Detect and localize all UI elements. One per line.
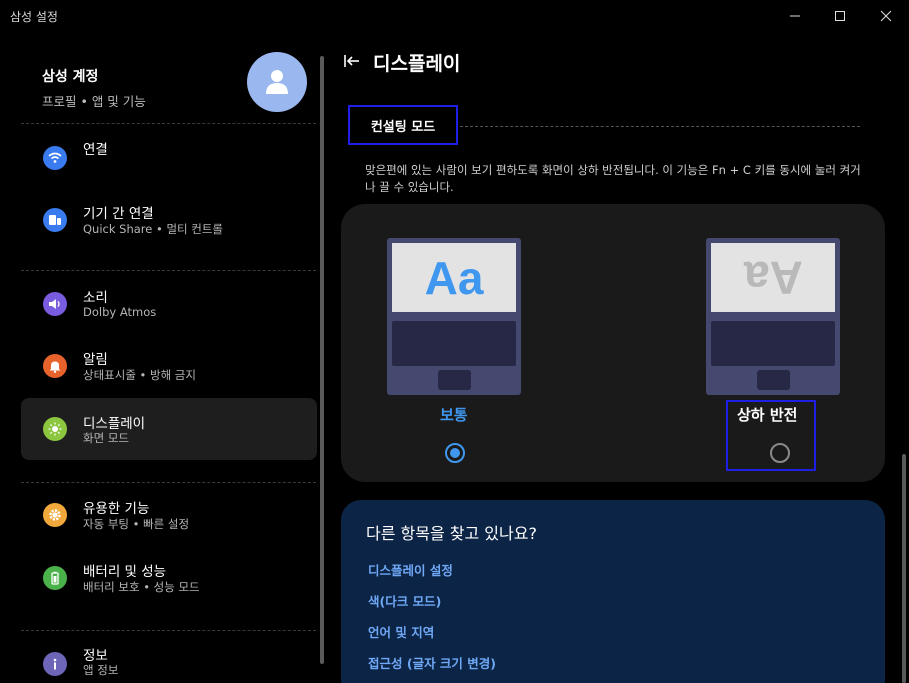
sidebar-item-label: 알림 bbox=[83, 352, 108, 368]
close-icon bbox=[880, 10, 892, 22]
account-entry[interactable]: 삼성 계정 프로필 • 앱 및 기능 bbox=[42, 66, 146, 110]
sidebar-item-sub: 배터리 보호 • 성능 모드 bbox=[83, 580, 200, 594]
title-bar: 삼성 설정 bbox=[0, 0, 909, 32]
main-content: 디스플레이 컨설팅 모드 맞은편에 있는 사람이 보기 편하도록 화면이 상하 … bbox=[330, 32, 909, 683]
sidebar-item-sound[interactable]: 소리 Dolby Atmos bbox=[21, 274, 317, 336]
sidebar-item-sub: Dolby Atmos bbox=[83, 305, 157, 319]
section-description: 맞은편에 있는 사람이 보기 편하도록 화면이 상하 반전됩니다. 이 기능은 … bbox=[365, 163, 861, 194]
preview-keyboard bbox=[711, 321, 835, 366]
related-card: 다른 항목을 찾고 있나요? 디스플레이 설정 색(다크 모드) 언어 및 지역… bbox=[341, 500, 885, 683]
preview-trackpad bbox=[438, 370, 471, 390]
section-divider bbox=[460, 126, 860, 127]
sidebar-item-label: 정보 bbox=[83, 648, 108, 664]
related-title: 다른 항목을 찾고 있나요? bbox=[366, 524, 537, 543]
main-scrollbar[interactable] bbox=[902, 454, 906, 683]
close-button[interactable] bbox=[863, 0, 909, 32]
sidebar-item-sub: 상태표시줄 • 방해 금지 bbox=[83, 368, 196, 382]
laptop-preview-normal[interactable]: Aa bbox=[387, 238, 521, 395]
related-link-color[interactable]: 색(다크 모드) bbox=[368, 591, 441, 610]
sidebar-item-sub: 화면 모드 bbox=[83, 431, 129, 445]
sidebar-item-display[interactable]: 디스플레이 화면 모드 bbox=[21, 398, 317, 460]
page-title: 디스플레이 bbox=[373, 53, 461, 75]
maximize-button[interactable] bbox=[817, 0, 863, 32]
radio-flip[interactable] bbox=[770, 443, 790, 463]
window-title: 삼성 설정 bbox=[10, 10, 58, 24]
laptop-preview-flipped[interactable]: Aa bbox=[706, 238, 840, 395]
account-name: 삼성 계정 bbox=[42, 69, 99, 85]
section-header: 컨설팅 모드 bbox=[348, 105, 458, 145]
info-icon bbox=[43, 652, 67, 676]
sidebar-item-device-connection[interactable]: 기기 간 연결 Quick Share • 멀티 컨트롤 bbox=[21, 190, 317, 252]
sidebar-item-sub: 앱 정보 bbox=[83, 663, 119, 677]
avatar[interactable] bbox=[247, 52, 307, 112]
sidebar-item-sub: Quick Share • 멀티 컨트롤 bbox=[83, 222, 224, 236]
option-label-normal[interactable]: 보통 bbox=[440, 404, 468, 425]
minimize-button[interactable] bbox=[772, 0, 818, 32]
sidebar-item-about[interactable]: 정보 앱 정보 bbox=[21, 632, 317, 683]
section-title: 컨설팅 모드 bbox=[370, 119, 436, 135]
sidebar-item-label: 배터리 및 성능 bbox=[83, 564, 167, 580]
sidebar: 삼성 계정 프로필 • 앱 및 기능 연결 기기 간 연결 Quick Shar… bbox=[0, 32, 330, 683]
sidebar-item-useful-features[interactable]: 유용한 기능 자동 부팅 • 빠른 설정 bbox=[21, 484, 317, 546]
gear-icon bbox=[43, 503, 67, 527]
devices-icon bbox=[43, 208, 67, 232]
mode-selection-card: Aa Aa 보통 상하 반전 bbox=[341, 204, 885, 482]
battery-icon bbox=[43, 566, 67, 590]
sidebar-item-label: 소리 bbox=[83, 290, 108, 306]
preview-trackpad bbox=[757, 370, 790, 390]
bell-icon bbox=[43, 354, 67, 378]
minimize-icon bbox=[790, 15, 800, 17]
back-button[interactable] bbox=[342, 52, 362, 72]
sidebar-item-battery[interactable]: 배터리 및 성능 배터리 보호 • 성능 모드 bbox=[21, 547, 317, 609]
speaker-icon bbox=[43, 292, 67, 316]
sidebar-item-notifications[interactable]: 알림 상태표시줄 • 방해 금지 bbox=[21, 336, 317, 398]
back-arrow-icon bbox=[344, 55, 359, 67]
divider bbox=[21, 270, 316, 271]
wifi-icon bbox=[43, 146, 67, 170]
sidebar-item-label: 연결 bbox=[83, 142, 108, 158]
sidebar-item-connections[interactable]: 연결 bbox=[21, 128, 317, 190]
brightness-icon bbox=[43, 417, 67, 441]
radio-normal[interactable] bbox=[445, 443, 465, 463]
sidebar-item-label: 기기 간 연결 bbox=[83, 206, 154, 222]
related-link-language[interactable]: 언어 및 지역 bbox=[368, 622, 434, 641]
related-link-display-settings[interactable]: 디스플레이 설정 bbox=[368, 560, 453, 579]
sidebar-scrollbar[interactable] bbox=[320, 56, 324, 664]
related-link-accessibility[interactable]: 접근성 (글자 크기 변경) bbox=[368, 653, 496, 672]
preview-text-flipped: Aa bbox=[743, 251, 803, 304]
divider bbox=[21, 630, 316, 631]
divider bbox=[21, 482, 316, 483]
maximize-icon bbox=[835, 11, 845, 21]
preview-keyboard bbox=[392, 321, 516, 366]
option-label-flip[interactable]: 상하 반전 bbox=[737, 404, 797, 425]
sidebar-item-sub: 자동 부팅 • 빠른 설정 bbox=[83, 517, 190, 531]
user-icon bbox=[266, 70, 288, 94]
preview-screen: Aa bbox=[392, 243, 516, 312]
sidebar-item-label: 유용한 기능 bbox=[83, 501, 150, 517]
sidebar-item-label: 디스플레이 bbox=[83, 416, 146, 432]
preview-text: Aa bbox=[424, 251, 484, 304]
preview-screen: Aa bbox=[711, 243, 835, 312]
account-subtitle: 프로필 • 앱 및 기능 bbox=[42, 94, 146, 109]
divider bbox=[21, 123, 316, 124]
